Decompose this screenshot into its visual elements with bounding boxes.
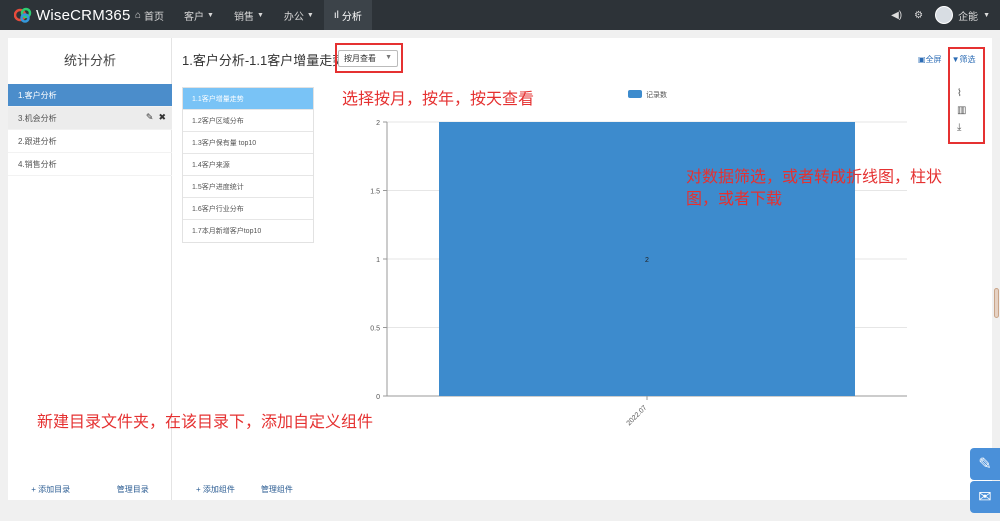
caret-down-icon: ▼ xyxy=(306,11,314,19)
avatar xyxy=(935,6,954,24)
home-icon: ⌂ xyxy=(135,9,142,21)
close-icon[interactable]: ✖ xyxy=(158,112,166,123)
message-float-button[interactable]: ✉ xyxy=(970,481,1000,513)
x-tick-label: 2022.07 xyxy=(626,404,649,427)
brand-name: WiseCRM365 xyxy=(36,6,131,24)
directory-item[interactable]: 2.跟进分析 xyxy=(8,130,172,153)
bar-chart-icon: ıl xyxy=(333,9,339,21)
widget-item[interactable]: 1.4客户来源 xyxy=(183,154,313,176)
legend-label: 记录数 xyxy=(646,90,667,99)
y-tick-label: 1 xyxy=(376,257,380,264)
annotation-directory: 新建目录文件夹，在该目录下，添加自定义组件 xyxy=(37,414,374,431)
gear-icon[interactable]: ⚙ xyxy=(914,10,923,21)
nav-home[interactable]: ⌂ 首页 xyxy=(125,0,174,30)
row-actions: ✎ ✖ xyxy=(146,112,166,123)
highlight-box-period xyxy=(335,43,403,73)
top-right-tools: ◀) ⚙ 企能 ▼ xyxy=(891,0,990,30)
scrollbar-thumb[interactable] xyxy=(994,288,999,318)
add-directory-button[interactable]: + 添加目录 xyxy=(31,484,70,495)
widget-item[interactable]: 1.3客户保有量 top10 xyxy=(183,132,313,154)
y-tick-label: 2 xyxy=(376,120,380,127)
fullscreen-icon: ▣ xyxy=(918,55,926,64)
widget-item[interactable]: 1.6客户行业分布 xyxy=(183,198,313,220)
widget-list: 1.1客户增量走势 1.2客户区域分布 1.3客户保有量 top10 1.4客户… xyxy=(182,87,314,243)
caret-down-icon: ▼ xyxy=(983,11,990,19)
add-widget-button[interactable]: + 添加组件 xyxy=(196,484,235,495)
widget-footer: + 添加组件 管理组件 xyxy=(196,484,293,495)
user-menu[interactable]: 企能 ▼ xyxy=(935,6,990,24)
directory-item[interactable]: 1.客户分析 xyxy=(8,84,172,107)
top-navbar: WiseCRM365 ⌂ 首页 客户 ▼ 销售 ▼ 办公 ▼ ıl 分析 ◀) … xyxy=(0,0,1000,30)
widget-item[interactable]: 1.2客户区域分布 xyxy=(183,110,313,132)
caret-down-icon: ▼ xyxy=(256,11,264,19)
nav-customer[interactable]: 客户 ▼ xyxy=(174,0,224,30)
y-tick-label: 0 xyxy=(376,394,380,401)
left-title: 统计分析 xyxy=(63,53,116,68)
annotation-filter: 对数据筛选，或者转成折线图，柱状 图，或者下载 xyxy=(686,169,943,208)
edit-icon: ✎ xyxy=(978,456,992,473)
brand-logo[interactable]: WiseCRM365 xyxy=(14,6,131,24)
edit-float-button[interactable]: ✎ xyxy=(970,448,1000,480)
annotation-period: 选择按月，按年，按天查看 xyxy=(342,91,535,108)
brand-logo-icon xyxy=(14,7,32,23)
message-icon: ✉ xyxy=(978,489,992,506)
manage-directory-button[interactable]: 管理目录 xyxy=(117,484,149,495)
manage-widget-button[interactable]: 管理组件 xyxy=(261,484,293,495)
y-tick-label: 0.5 xyxy=(370,326,380,333)
highlight-box-filter xyxy=(948,47,985,144)
page-title: 1.客户分析-1.1客户增量走势 xyxy=(182,53,346,68)
main-nav: ⌂ 首页 客户 ▼ 销售 ▼ 办公 ▼ ıl 分析 xyxy=(125,0,372,30)
nav-analytics[interactable]: ıl 分析 xyxy=(323,0,372,30)
directory-footer: + 添加目录 管理目录 xyxy=(8,484,172,495)
directory-item[interactable]: 4.销售分析 xyxy=(8,153,172,176)
data-label: 2 xyxy=(645,257,649,264)
pencil-icon[interactable]: ✎ xyxy=(146,112,154,123)
nav-sales[interactable]: 销售 ▼ xyxy=(224,0,274,30)
fullscreen-button[interactable]: ▣全屏 xyxy=(918,54,942,65)
caret-down-icon: ▼ xyxy=(207,11,214,19)
speaker-icon[interactable]: ◀) xyxy=(891,10,902,21)
y-tick-label: 1.5 xyxy=(370,189,380,196)
directory-item[interactable]: 3.机会分析 ✎ ✖ xyxy=(8,107,172,130)
widget-item[interactable]: 1.1客户增量走势 xyxy=(183,88,313,110)
legend-swatch xyxy=(628,90,642,98)
directory-list: 1.客户分析 3.机会分析 ✎ ✖ 2.跟进分析 4.销售分析 xyxy=(8,84,172,176)
user-name: 企能 xyxy=(958,11,979,23)
widget-item[interactable]: 1.5客户进度统计 xyxy=(183,176,313,198)
chart: 0 0.5 1 1.5 2 2 2022.07 记录数 xyxy=(370,90,907,427)
widget-item[interactable]: 1.7本月新增客户top10 xyxy=(183,220,313,242)
nav-office[interactable]: 办公 ▼ xyxy=(274,0,324,30)
